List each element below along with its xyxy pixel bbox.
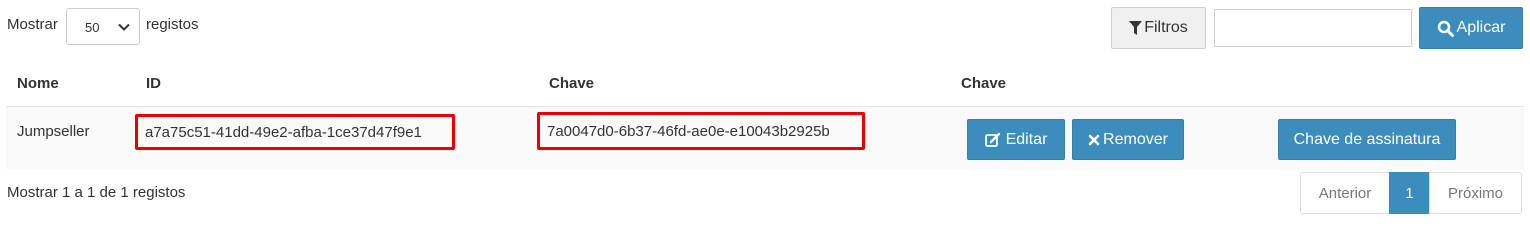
pagination-previous[interactable]: Anterior — [1300, 172, 1390, 214]
signature-key-button[interactable]: Chave de assinatura — [1278, 119, 1456, 160]
apply-button-label: Aplicar — [1456, 19, 1506, 36]
table-header: Nome ID Chave Chave — [0, 65, 1530, 103]
page-length-value: 50 — [85, 20, 100, 35]
length-prefix-label: Mostrar — [7, 16, 58, 33]
search-icon — [1437, 20, 1454, 37]
row-id-cell: a7a75c51-41dd-49e2-afba-1ce37d47f9e1 — [135, 114, 455, 150]
close-icon — [1088, 134, 1100, 146]
column-header-id[interactable]: ID — [146, 75, 161, 92]
page-length-select[interactable]: 50 — [66, 8, 140, 45]
filter-icon — [1129, 20, 1143, 36]
length-suffix-label: registos — [146, 16, 199, 33]
row-id-value: a7a75c51-41dd-49e2-afba-1ce37d47f9e1 — [145, 123, 422, 141]
pagination: Anterior 1 Próximo — [1300, 172, 1522, 214]
row-key-cell: 7a0047d0-6b37-46fd-ae0e-e10043b2925b — [537, 112, 865, 150]
filters-button[interactable]: Filtros — [1111, 7, 1206, 49]
chevron-down-icon — [117, 20, 131, 34]
row-name-cell: Jumpseller — [17, 123, 90, 140]
column-header-key-actions[interactable]: Chave — [961, 75, 1006, 92]
table-toolbar: Mostrar 50 registos Filtros Aplicar — [0, 0, 1530, 60]
remove-button[interactable]: Remover — [1072, 119, 1184, 160]
edit-icon — [984, 132, 1001, 148]
pagination-next[interactable]: Próximo — [1429, 172, 1522, 214]
column-header-name[interactable]: Nome — [17, 75, 59, 92]
pagination-page-1[interactable]: 1 — [1389, 172, 1430, 214]
column-header-key[interactable]: Chave — [549, 75, 594, 92]
signature-key-button-label: Chave de assinatura — [1293, 130, 1441, 148]
search-input[interactable] — [1214, 9, 1412, 47]
edit-button[interactable]: Editar — [967, 119, 1065, 160]
table-info: Mostrar 1 a 1 de 1 registos — [7, 184, 186, 201]
apply-button[interactable]: Aplicar — [1419, 7, 1523, 49]
edit-button-label: Editar — [1005, 130, 1048, 148]
table-row: Jumpseller a7a75c51-41dd-49e2-afba-1ce37… — [6, 106, 1524, 170]
row-key-value: 7a0047d0-6b37-46fd-ae0e-e10043b2925b — [547, 122, 830, 140]
filters-button-label: Filtros — [1144, 19, 1188, 36]
remove-button-label: Remover — [1103, 130, 1168, 148]
